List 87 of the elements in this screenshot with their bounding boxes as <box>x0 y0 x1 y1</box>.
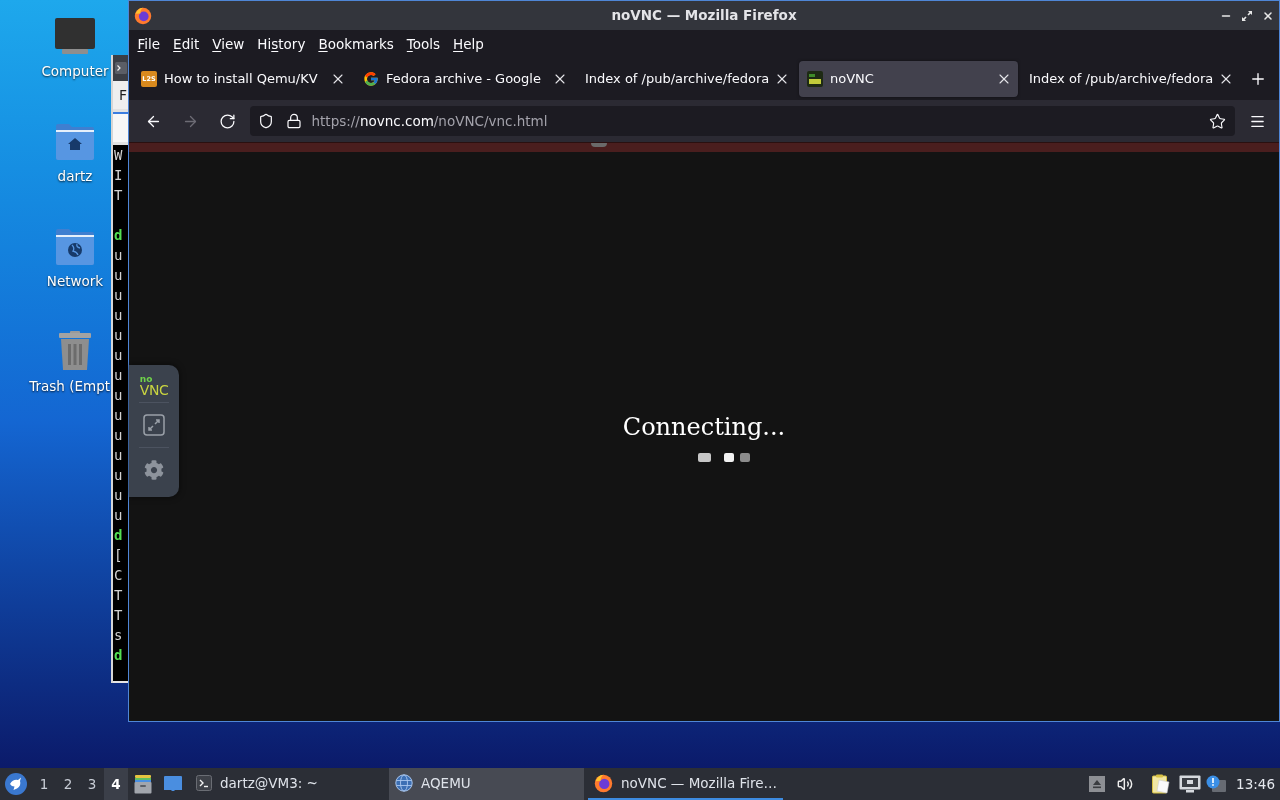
new-tab-icon[interactable] <box>1249 70 1267 88</box>
terminal-line: u <box>114 406 124 425</box>
settings-icon[interactable] <box>144 460 164 480</box>
reload-icon[interactable] <box>218 112 236 130</box>
tab-title: Fedora archive - Google <box>386 70 542 89</box>
fullscreen-icon[interactable] <box>143 414 165 436</box>
taskbar-button[interactable]: dartz@VM3: ~ <box>190 768 385 800</box>
terminal-line: u <box>114 466 124 485</box>
terminal-line: T <box>114 186 124 205</box>
terminal-line: u <box>114 306 124 325</box>
terminal-line: u <box>114 246 124 265</box>
browser-tab[interactable]: noVNC <box>799 61 1018 97</box>
terminal-line: u <box>114 346 124 365</box>
lock-icon[interactable] <box>285 113 302 129</box>
terminal-tab[interactable] <box>113 112 128 142</box>
monitor-icon[interactable] <box>1179 775 1202 793</box>
loading-dots-icon <box>698 452 750 462</box>
browser-tab[interactable]: Index of /pub/archive/fedora <box>1021 61 1240 97</box>
terminal-line: u <box>114 506 124 525</box>
terminal-line: u <box>114 386 124 405</box>
url-field[interactable]: https://novnc.com/noVNC/vnc.html <box>249 106 1235 136</box>
monitor-icon[interactable] <box>55 18 95 56</box>
site-favicon-icon <box>807 71 823 87</box>
terminal-line: u <box>114 286 124 305</box>
menu-item[interactable]: Edit <box>166 34 206 54</box>
g-logo-icon <box>363 71 379 87</box>
taskbar-button[interactable]: noVNC — Mozilla Fire… <box>588 768 783 800</box>
connection-status: Connecting... <box>622 411 786 442</box>
drag-handle[interactable] <box>591 143 607 147</box>
workspace-button[interactable]: 2 <box>56 768 80 800</box>
terminal-line: u <box>114 366 124 385</box>
terminal-line: u <box>114 486 124 505</box>
menu-item[interactable]: Help <box>446 34 491 54</box>
terminal-line: u <box>114 326 124 345</box>
screen-icon[interactable] <box>164 776 182 792</box>
terminal-icon <box>115 62 127 74</box>
terminal-line: I <box>114 166 124 185</box>
alert-icon[interactable] <box>1206 775 1227 793</box>
globe-folder-icon[interactable] <box>55 228 95 266</box>
taskbar-button[interactable]: AQEMU <box>389 768 584 800</box>
home-folder-icon[interactable] <box>55 123 95 161</box>
browser-logo-icon <box>594 773 613 793</box>
menu-item[interactable]: Bookmarks <box>311 34 401 54</box>
terminal-line: d <box>114 226 124 245</box>
terminal-line: [ <box>114 546 124 565</box>
terminal-line: u <box>114 266 124 285</box>
url-text: https://novnc.com/noVNC/vnc.html <box>311 111 549 131</box>
menu-item[interactable]: History <box>250 34 312 54</box>
tab-title: noVNC <box>830 70 875 89</box>
browser-tab[interactable]: Index of /pub/archive/fedora <box>577 61 796 97</box>
terminal-line: T <box>114 586 124 605</box>
desktop-icon-label[interactable]: Network <box>46 273 104 290</box>
desktop-icon-label[interactable]: Trash (Empt <box>29 378 110 395</box>
clock[interactable]: 13:46 <box>1236 773 1275 795</box>
menu-item[interactable]: File <box>131 34 167 54</box>
tab-title: Index of /pub/archive/fedora <box>585 70 771 89</box>
shield-icon[interactable] <box>257 113 274 129</box>
clipboard-icon[interactable] <box>1152 774 1171 794</box>
bookmark-star-icon[interactable] <box>1209 112 1226 130</box>
workspace-button[interactable]: 4 <box>104 768 128 800</box>
tab-title: How to install Qemu/KV <box>164 70 319 89</box>
terminal-line: C <box>114 566 124 585</box>
browser-logo-icon <box>134 6 152 25</box>
tab-title: Index of /pub/archive/fedora <box>1029 70 1215 89</box>
menu-item[interactable]: Tools <box>400 34 447 54</box>
terminal-line: u <box>114 426 124 445</box>
speaker-icon[interactable] <box>1117 776 1134 792</box>
app-logo: no VNC <box>139 375 169 397</box>
terminal-line: W <box>114 146 124 165</box>
bird-logo-icon[interactable] <box>5 773 27 795</box>
workspace-button[interactable]: 1 <box>32 768 56 800</box>
terminal-line: s <box>114 626 124 645</box>
eject-icon[interactable] <box>1089 776 1106 792</box>
terminal-line: u <box>114 446 124 465</box>
desktop-icon-label[interactable]: dartz <box>57 168 93 185</box>
close-icon[interactable] <box>1262 9 1274 22</box>
terminal-icon <box>196 775 212 791</box>
globe-icon <box>395 774 413 792</box>
menu-item[interactable]: View <box>205 34 251 54</box>
terminal-line: d <box>114 646 124 665</box>
window-title: noVNC — Mozilla Firefox <box>611 6 797 26</box>
workspace-button[interactable]: 3 <box>80 768 104 800</box>
terminal-line: T <box>114 606 124 625</box>
terminal-line: d <box>114 526 124 545</box>
file-cabinet-icon[interactable] <box>134 774 152 794</box>
maximize-icon[interactable] <box>1241 9 1253 22</box>
browser-tab[interactable]: Fedora archive - Google <box>355 61 574 97</box>
